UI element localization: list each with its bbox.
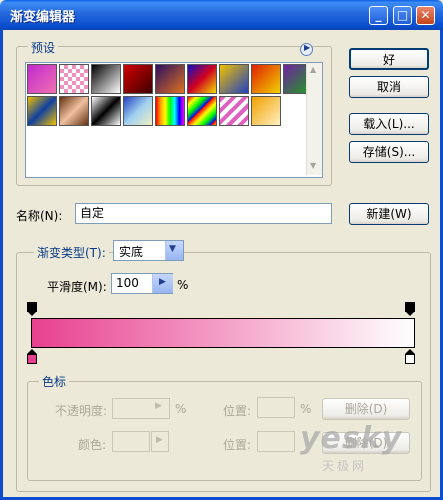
opacity-unit: % — [175, 402, 187, 416]
color-swatch-input[interactable] — [112, 431, 150, 452]
triangle-right-icon: ▶ — [159, 277, 166, 287]
opacity-location-unit: % — [300, 402, 312, 416]
preset-swatch[interactable] — [219, 96, 249, 126]
preset-swatch[interactable] — [59, 96, 89, 126]
cancel-button[interactable]: 取消 — [349, 76, 429, 98]
color-location-input[interactable] — [257, 431, 295, 452]
maximize-button[interactable]: □ — [393, 6, 412, 25]
opacity-location-input[interactable] — [257, 397, 295, 418]
opacity-location-label: 位置: — [223, 404, 252, 418]
opacity-label: 不透明度: — [55, 404, 108, 418]
chevron-down-icon: ▼ — [169, 244, 176, 254]
color-stop-right[interactable] — [405, 349, 415, 365]
preset-swatch[interactable] — [187, 96, 217, 126]
preset-swatch[interactable] — [91, 96, 121, 126]
name-label: 名称(N): — [16, 209, 63, 223]
close-icon: ✕ — [420, 8, 431, 22]
opacity-stop-left[interactable] — [27, 302, 37, 316]
smoothness-slider-button[interactable]: ▶ — [152, 274, 173, 293]
smoothness-label: 平滑度(M): — [47, 280, 107, 294]
scroll-down-icon: ▼ — [310, 161, 317, 170]
preset-swatch[interactable] — [251, 96, 281, 126]
preset-swatch[interactable] — [251, 64, 281, 94]
new-button[interactable]: 新建(W) — [349, 203, 429, 225]
triangle-right-icon: ▶ — [155, 401, 162, 411]
scroll-up-icon: ▲ — [310, 65, 317, 74]
gradient-type-select[interactable]: 实底 ▼ — [113, 240, 184, 261]
smoothness-unit: % — [177, 278, 189, 292]
presets-menu-button[interactable]: ▶ — [300, 43, 313, 56]
preset-swatch[interactable] — [219, 64, 249, 94]
yesky-watermark: yesky 天极网 — [300, 421, 420, 473]
close-button[interactable]: ✕ — [416, 6, 435, 25]
load-button[interactable]: 载入(L)... — [349, 113, 429, 135]
color-stop-left[interactable] — [27, 349, 37, 365]
title-bar: 渐变编辑器 _ □ ✕ — [0, 0, 443, 30]
preset-swatch[interactable] — [27, 96, 57, 126]
watermark-subtitle: 天极网 — [322, 459, 368, 473]
window-title: 渐变编辑器 — [10, 10, 76, 25]
preset-swatch[interactable] — [27, 64, 57, 94]
color-label: 颜色: — [78, 438, 107, 452]
preset-scrollbar[interactable]: ▲ ▼ — [306, 63, 322, 175]
name-input[interactable]: 自定 — [75, 203, 332, 224]
preset-swatch[interactable] — [123, 64, 153, 94]
gradient-preview-bar[interactable] — [31, 318, 415, 348]
delete-opacity-stop-button[interactable]: 删除(D) — [322, 398, 410, 420]
watermark-logo: yesky — [300, 421, 403, 456]
preset-swatch[interactable] — [155, 64, 185, 94]
color-menu-button[interactable]: ▶ — [151, 431, 169, 452]
preset-swatch[interactable] — [123, 96, 153, 126]
maximize-icon: □ — [396, 8, 409, 22]
triangle-right-icon: ▶ — [156, 435, 163, 445]
preset-swatch[interactable] — [155, 96, 185, 126]
minimize-button[interactable]: _ — [369, 6, 388, 25]
preset-swatch[interactable] — [91, 64, 121, 94]
gradient-type-label: 渐变类型(T): — [34, 244, 109, 261]
preset-swatch[interactable] — [187, 64, 217, 94]
minimize-icon: _ — [375, 8, 382, 22]
preset-swatch[interactable] — [59, 64, 89, 94]
opacity-slider-button[interactable]: ▶ — [150, 399, 169, 418]
presets-label: 预设 — [28, 39, 59, 56]
triangle-right-icon: ▶ — [304, 43, 311, 52]
dropdown-button[interactable]: ▼ — [165, 241, 183, 260]
ok-button[interactable]: 好 — [349, 48, 429, 70]
gradient-type-value: 实底 — [119, 245, 144, 259]
color-stops-label: 色标 — [39, 373, 70, 390]
opacity-stop-right[interactable] — [405, 302, 415, 316]
color-location-label: 位置: — [223, 438, 252, 452]
save-button[interactable]: 存储(S)... — [349, 141, 429, 163]
